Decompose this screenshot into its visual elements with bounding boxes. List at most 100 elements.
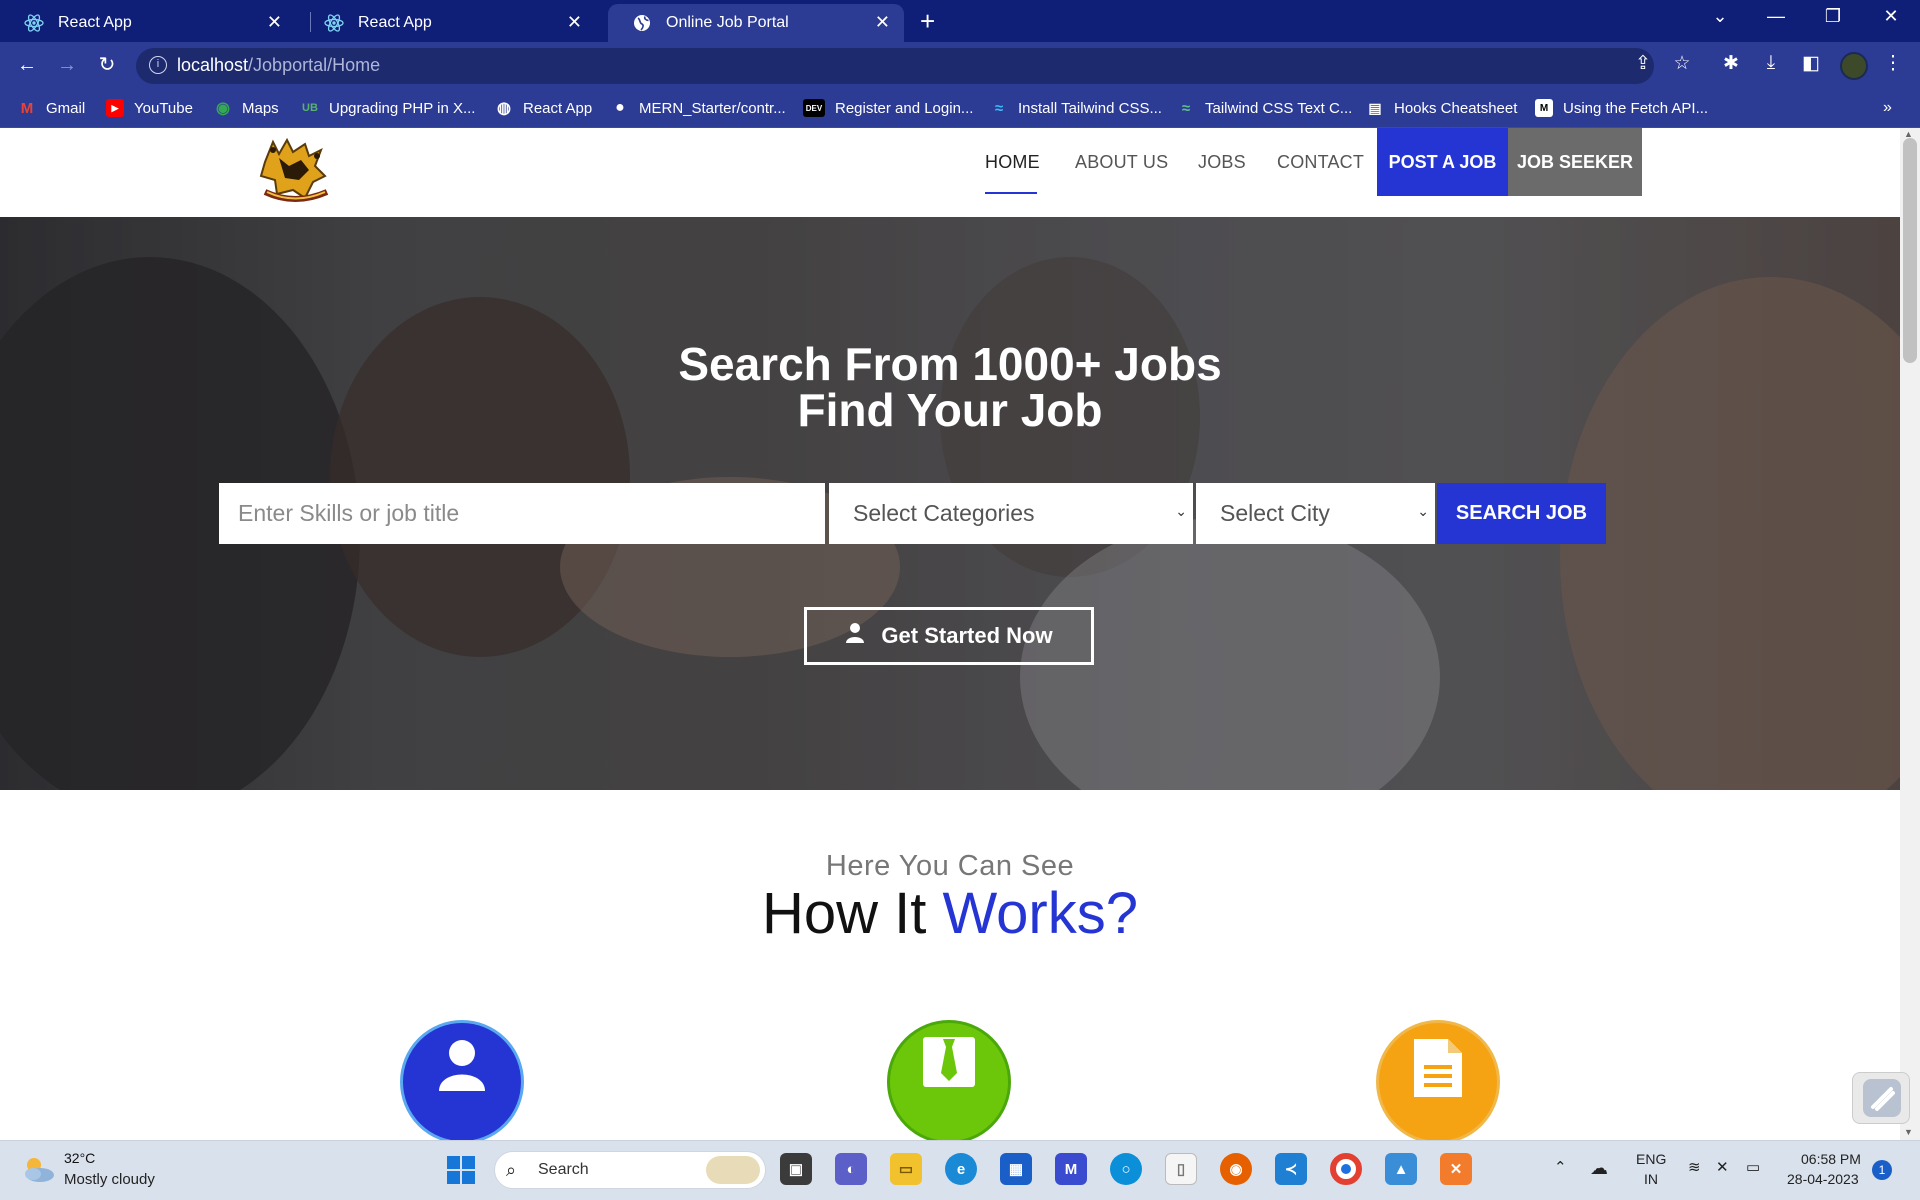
weather-description[interactable]: Mostly cloudy — [64, 1171, 155, 1188]
side-panel-icon[interactable]: ◧ — [1798, 52, 1824, 80]
nav-home-link[interactable]: HOME — [985, 152, 1040, 173]
notification-badge[interactable]: 1 — [1872, 1160, 1892, 1180]
chrome-icon[interactable] — [1330, 1153, 1362, 1185]
volume-muted-icon[interactable]: ✕ — [1716, 1158, 1729, 1176]
browser-tab-online-job-portal[interactable]: Online Job Portal ✕ — [608, 4, 904, 42]
bookmark-mern-starter[interactable]: ● MERN_Starter/contr... — [611, 96, 786, 120]
skills-search-input[interactable] — [219, 483, 825, 544]
tab-search-icon[interactable]: ⌄ — [1700, 6, 1740, 27]
minimize-icon[interactable]: — — [1756, 6, 1796, 27]
vscode-icon[interactable]: ≺ — [1275, 1153, 1307, 1185]
bookmark-youtube[interactable]: ▶ YouTube — [106, 96, 193, 120]
bookmark-label: Gmail — [46, 99, 86, 117]
scrollbar-thumb[interactable] — [1903, 138, 1917, 363]
restore-icon[interactable]: ❐ — [1813, 6, 1853, 27]
url-text[interactable]: localhost/Jobportal/Home — [177, 55, 380, 76]
firefox-icon[interactable]: ◉ — [1220, 1153, 1252, 1185]
close-tab-icon[interactable]: ✕ — [567, 12, 582, 33]
notepad-icon[interactable]: ▯ — [1165, 1153, 1197, 1185]
bookmark-star-icon[interactable]: ☆ — [1669, 52, 1695, 80]
github-icon: ● — [615, 99, 625, 116]
bookmark-react-app[interactable]: ◍ React App — [495, 96, 592, 120]
bookmark-maps[interactable]: ◉ Maps — [214, 96, 279, 120]
globe-icon: ◍ — [497, 100, 511, 117]
clock-time[interactable]: 06:58 PM — [1801, 1151, 1861, 1167]
document-icon — [1412, 1037, 1464, 1104]
youtube-icon: ▶ — [106, 99, 124, 117]
nav-contact-link[interactable]: CONTACT — [1277, 152, 1364, 173]
show-hidden-icons-icon[interactable]: ⌃ — [1554, 1158, 1567, 1176]
bookmark-label: Using the Fetch API... — [1563, 99, 1709, 117]
post-a-job-button[interactable]: POST A JOB — [1377, 128, 1508, 196]
share-icon[interactable]: ⇪ — [1630, 52, 1656, 80]
reload-icon[interactable]: ↻ — [92, 50, 122, 80]
bookmark-upgrading-php[interactable]: UB Upgrading PHP in X... — [301, 96, 475, 120]
bookmark-label: Install Tailwind CSS... — [1018, 99, 1162, 117]
step-register-circle — [400, 1020, 524, 1140]
get-started-label: Get Started Now — [881, 623, 1053, 648]
bookmark-label: Hooks Cheatsheet — [1394, 99, 1518, 117]
scroll-up-arrow-icon[interactable]: ▲ — [1904, 129, 1913, 139]
task-view-icon[interactable]: ▣ — [780, 1153, 812, 1185]
battery-icon[interactable]: ▭ — [1746, 1158, 1760, 1176]
globe-icon — [632, 13, 652, 33]
onedrive-cloud-icon[interactable]: ☁ — [1590, 1158, 1608, 1179]
bookmark-fetch-api[interactable]: M Using the Fetch API... — [1535, 96, 1708, 120]
microsoft-store-icon[interactable]: ▦ — [1000, 1153, 1032, 1185]
scroll-down-arrow-icon[interactable]: ▼ — [1904, 1127, 1913, 1137]
profile-avatar[interactable] — [1840, 52, 1868, 80]
visual-studio-icon[interactable]: M — [1055, 1153, 1087, 1185]
tab-title: Online Job Portal — [666, 14, 789, 31]
hero-section: Search From 1000+ Jobs Find Your Job Sel… — [0, 217, 1900, 790]
chat-widget-button[interactable] — [1852, 1072, 1910, 1124]
mdn-icon: M — [1535, 99, 1553, 117]
section-title-accent: Works? — [942, 881, 1139, 946]
new-tab-icon[interactable]: + — [920, 6, 935, 37]
close-tab-icon[interactable]: ✕ — [267, 12, 282, 33]
hero-title-line-1: Search From 1000+ Jobs — [678, 338, 1222, 390]
dev-icon: DEV — [803, 99, 825, 117]
teams-chat-icon[interactable]: ◐ — [835, 1153, 867, 1185]
bookmark-tailwind-text[interactable]: ≈ Tailwind CSS Text C... — [1177, 96, 1352, 120]
extensions-icon[interactable]: ✱ — [1718, 52, 1744, 80]
browser-tab-react-app-2[interactable]: React App ✕ — [300, 4, 596, 42]
nav-about-link[interactable]: ABOUT US — [1075, 152, 1168, 173]
site-logo[interactable] — [255, 136, 335, 210]
edge-browser-icon[interactable]: e — [945, 1153, 977, 1185]
wifi-icon[interactable]: ≋ — [1688, 1158, 1701, 1176]
region-indicator[interactable]: IN — [1644, 1171, 1658, 1187]
categories-select[interactable]: Select Categories ⌄ — [829, 483, 1193, 544]
back-icon[interactable]: ← — [12, 50, 42, 80]
weather-temperature[interactable]: 32°C — [64, 1150, 95, 1166]
cortana-icon[interactable]: ○ — [1110, 1153, 1142, 1185]
bookmark-install-tailwind[interactable]: ≈ Install Tailwind CSS... — [990, 96, 1162, 120]
clock-date[interactable]: 28-04-2023 — [1787, 1171, 1859, 1187]
windows-start-icon[interactable] — [446, 1155, 476, 1190]
more-bookmarks-icon[interactable]: » — [1883, 96, 1892, 120]
step-apply-circle — [1376, 1020, 1500, 1140]
close-tab-icon[interactable]: ✕ — [875, 12, 890, 33]
site-info-icon[interactable]: i — [149, 56, 167, 74]
forward-icon[interactable]: → — [52, 50, 82, 80]
taskbar-search-label: Search — [538, 1161, 589, 1178]
job-seeker-button[interactable]: JOB SEEKER — [1508, 128, 1642, 196]
city-select[interactable]: Select City ⌄ — [1196, 483, 1435, 544]
search-job-button[interactable]: SEARCH JOB — [1437, 483, 1606, 544]
browser-tab-react-app-1[interactable]: React App ✕ — [0, 4, 296, 42]
bookmark-label: React App — [523, 99, 593, 117]
bookmark-gmail[interactable]: M Gmail — [18, 96, 85, 120]
download-icon[interactable]: ⤓ — [1758, 52, 1784, 80]
file-explorer-icon[interactable]: ▭ — [890, 1153, 922, 1185]
bookmark-register-login[interactable]: DEV Register and Login... — [803, 96, 973, 120]
user-icon — [845, 622, 865, 650]
bookmark-hooks-cheatsheet[interactable]: ▤ Hooks Cheatsheet — [1366, 96, 1517, 120]
photos-icon[interactable]: ▲ — [1385, 1153, 1417, 1185]
nav-jobs-link[interactable]: JOBS — [1198, 152, 1246, 173]
get-started-button[interactable]: Get Started Now — [804, 607, 1094, 665]
xampp-icon[interactable]: ✕ — [1440, 1153, 1472, 1185]
language-indicator[interactable]: ENG — [1636, 1151, 1666, 1167]
tailwind-icon: ≈ — [1181, 99, 1191, 117]
maps-pin-icon: ◉ — [216, 100, 230, 117]
close-window-icon[interactable]: ✕ — [1871, 6, 1911, 27]
chrome-menu-icon[interactable]: ⋮ — [1880, 52, 1906, 80]
